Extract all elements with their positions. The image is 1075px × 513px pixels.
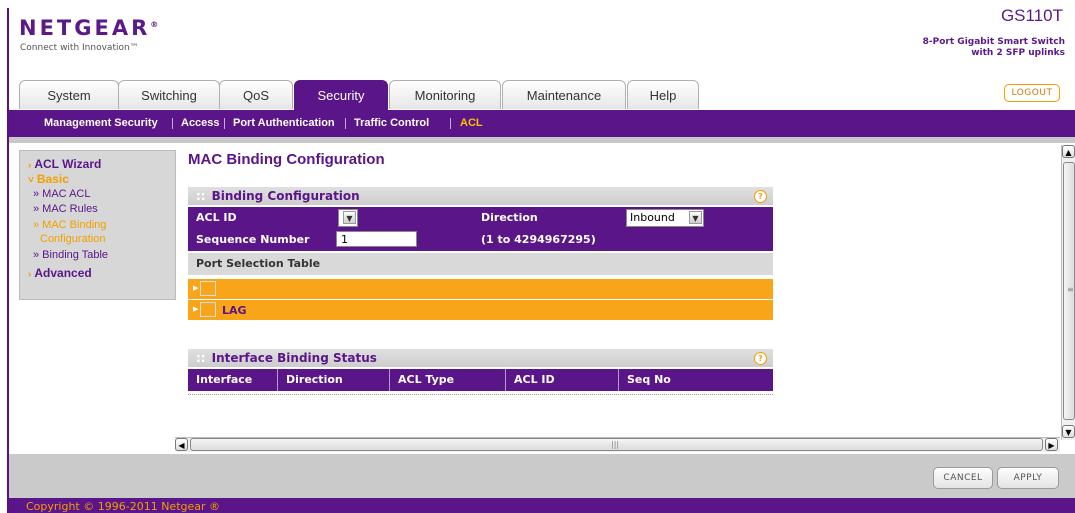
sequence-range: (1 to 4294967295)	[481, 233, 596, 246]
subnav-access[interactable]: Access	[181, 110, 220, 137]
col-direction: Direction	[278, 369, 390, 391]
acl-id-label: ACL ID	[196, 211, 237, 224]
help-icon[interactable]: ?	[754, 352, 767, 365]
model-description: 8-Port Gigabit Smart Switch with 2 SFP u…	[922, 37, 1065, 58]
tab-switching[interactable]: Switching	[118, 80, 220, 109]
col-seq-no: Seq No	[627, 373, 671, 386]
lag-checkbox[interactable]	[200, 302, 216, 317]
horizontal-scroll-thumb[interactable]: |||	[190, 438, 1043, 451]
table-bottom-line	[188, 391, 773, 395]
copyright: Copyright © 1996-2011 Netgear ®	[26, 500, 221, 513]
tagline: Connect with Innovation™	[20, 43, 139, 53]
side-item-advanced[interactable]: › Advanced	[28, 266, 92, 280]
subnav-traffic-control[interactable]: Traffic Control	[354, 110, 429, 137]
cancel-button[interactable]: CANCEL	[933, 467, 993, 489]
col-acl-type: ACL Type	[390, 369, 506, 391]
port-selection-label: Port Selection Table	[188, 253, 773, 275]
direction-select[interactable]: Inbound ▼	[626, 209, 704, 227]
side-item-mac-rules[interactable]: » MAC Rules	[33, 203, 98, 215]
scroll-right-icon[interactable]: ▶	[1045, 438, 1058, 451]
sub-band	[9, 137, 1075, 143]
horizontal-scrollbar[interactable]: ◀ ||| ▶	[175, 437, 1060, 452]
tab-monitoring[interactable]: Monitoring	[389, 80, 501, 109]
col-acl-id: ACL ID	[506, 369, 619, 391]
lag-label: LAG	[222, 304, 247, 317]
expand-arrow-icon[interactable]: ▶	[193, 284, 198, 292]
tab-help[interactable]: Help	[627, 80, 699, 109]
sequence-number-input[interactable]: 1	[336, 231, 417, 247]
select-all-checkbox[interactable]	[200, 281, 216, 296]
acl-id-select[interactable]: ▼	[338, 209, 358, 227]
scroll-left-icon[interactable]: ◀	[175, 438, 188, 451]
grip-icon: ::	[196, 189, 206, 203]
chevron-down-icon: ▼	[689, 211, 702, 224]
vertical-scrollbar[interactable]: ▲ ≡ ▼	[1061, 145, 1075, 440]
chevron-down-icon: ▼	[343, 211, 356, 224]
lag-selection-row[interactable]: ▶ LAG	[188, 300, 773, 321]
side-item-binding-table[interactable]: » Binding Table	[33, 249, 108, 261]
page-title: MAC Binding Configuration	[188, 151, 385, 168]
apply-button[interactable]: APPLY	[997, 467, 1059, 489]
binding-status-table-header: Interface Direction ACL Type ACL ID Seq …	[188, 369, 773, 391]
side-item-mac-binding[interactable]: » MAC Binding	[33, 219, 106, 231]
subnav-acl[interactable]: ACL	[460, 110, 483, 137]
subnav-management-security[interactable]: Management Security	[44, 110, 158, 137]
direction-label: Direction	[481, 211, 538, 224]
port-selection-row[interactable]: ▶	[188, 279, 773, 300]
tab-maintenance[interactable]: Maintenance	[502, 80, 626, 109]
col-interface: Interface	[188, 369, 278, 391]
vertical-scroll-thumb[interactable]: ≡	[1063, 162, 1075, 420]
logout-button[interactable]: LOGOUT	[1004, 84, 1060, 102]
sequence-row: Sequence Number 1 (1 to 4294967295)	[188, 229, 773, 251]
binding-config-header: :: Binding Configuration ?	[188, 187, 773, 205]
chevron-right-icon: ›	[28, 160, 32, 171]
sequence-label: Sequence Number	[196, 233, 310, 246]
scroll-up-icon[interactable]: ▲	[1062, 145, 1075, 158]
grip-icon: |||	[611, 440, 620, 449]
netgear-logo: NETGEAR®	[19, 16, 159, 40]
chevron-down-icon: ˅	[28, 175, 34, 186]
expand-arrow-icon[interactable]: ▶	[193, 305, 198, 313]
grip-icon: ≡	[1067, 285, 1074, 294]
help-icon[interactable]: ?	[754, 190, 767, 203]
side-menu: › ACL Wizard ˅ Basic » MAC ACL » MAC Rules…	[19, 150, 176, 300]
side-item-mac-acl[interactable]: » MAC ACL	[33, 188, 90, 200]
scroll-down-icon[interactable]: ▼	[1062, 425, 1075, 438]
grip-icon: ::	[196, 351, 206, 365]
chevron-right-icon: ›	[28, 269, 32, 280]
action-bar	[9, 454, 1075, 498]
side-item-basic[interactable]: ˅ Basic	[28, 172, 69, 186]
tab-security[interactable]: Security	[294, 80, 388, 111]
sub-navigation: Management Security Access Port Authenti…	[9, 110, 1075, 137]
left-border	[0, 0, 9, 513]
side-item-acl-wizard[interactable]: › ACL Wizard	[28, 157, 101, 171]
subnav-port-authentication[interactable]: Port Authentication	[233, 110, 335, 137]
binding-status-header: :: Interface Binding Status ?	[188, 349, 773, 367]
tab-system[interactable]: System	[19, 80, 119, 109]
acl-id-row: ACL ID ▼ Direction Inbound ▼	[188, 207, 773, 229]
page: NETGEAR® Connect with Innovation™ GS110T…	[0, 0, 1075, 513]
model-name: GS110T	[1000, 6, 1063, 25]
tab-qos[interactable]: QoS	[219, 80, 293, 109]
side-item-mac-binding-cont[interactable]: Configuration	[40, 233, 105, 245]
